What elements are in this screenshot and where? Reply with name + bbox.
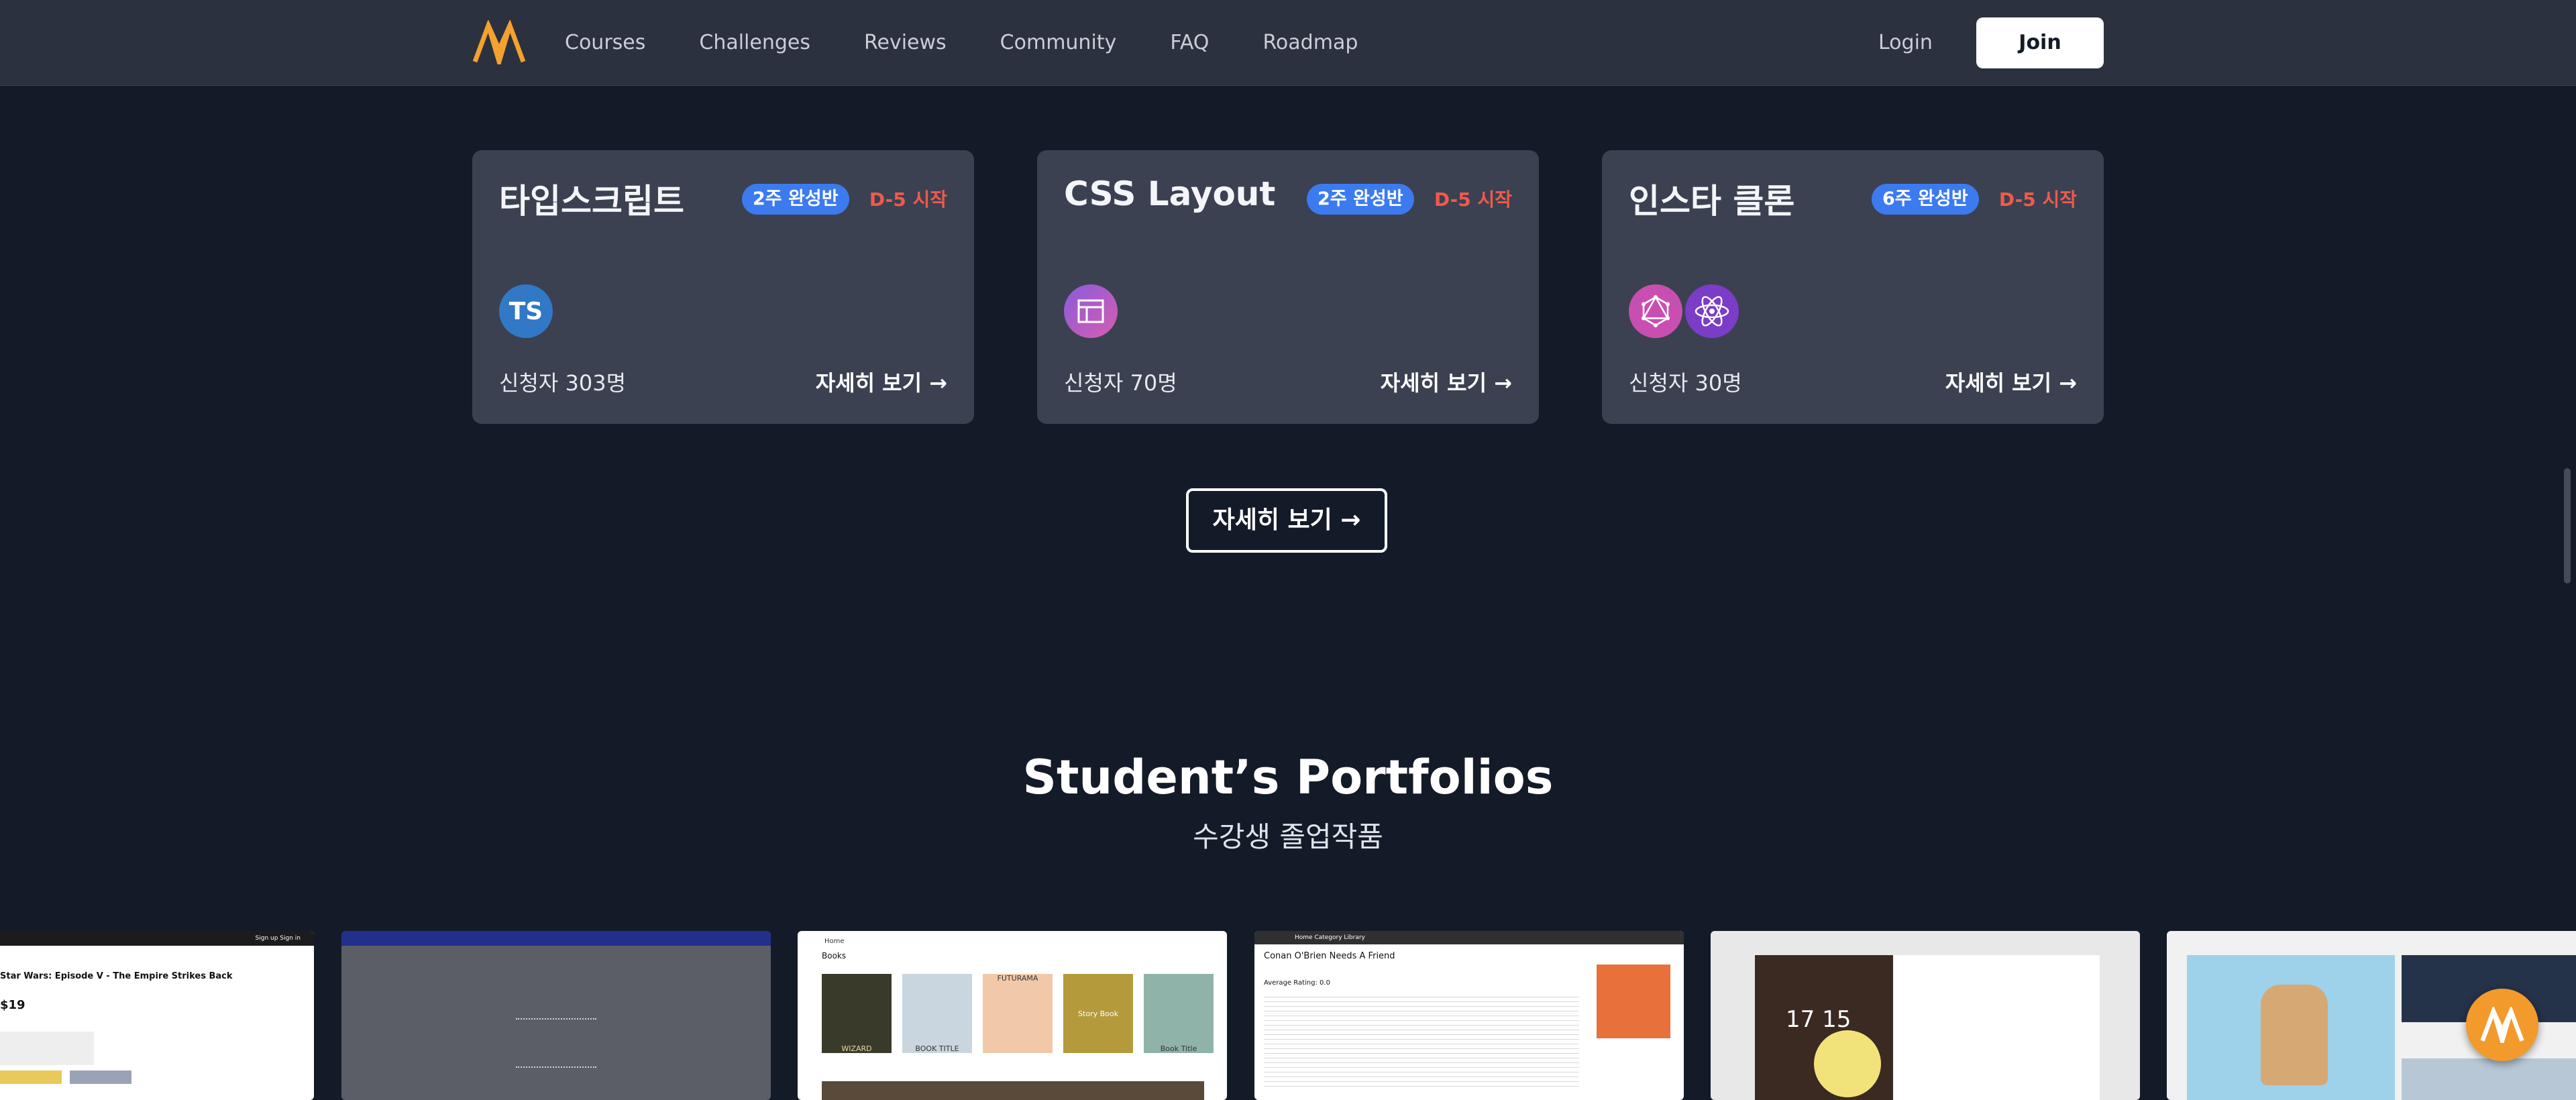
nav-roadmap[interactable]: Roadmap	[1263, 31, 1358, 54]
thumbnail-text-block	[516, 1018, 596, 1068]
portfolio-thumbnail[interactable]: Home Books WIZARD BOOK TITLE FUTURAMA St…	[798, 931, 1227, 1100]
course-card-typescript[interactable]: 타입스크립트 2주 완성반 D-5 시작 TS 신청자 303명 자세히 보기 …	[472, 150, 974, 424]
start-date-label: D-5 시작	[869, 188, 947, 211]
card-details-link[interactable]: 자세히 보기 →	[816, 366, 947, 397]
thumbnail-header	[341, 931, 771, 946]
nomad-logo-icon[interactable]	[472, 20, 526, 64]
thumbnail-header: Home	[824, 938, 845, 945]
react-icon	[1685, 284, 1739, 338]
tech-icons	[1064, 284, 1120, 338]
podcast-cover	[1597, 965, 1670, 1038]
top-navigation: Courses Challenges Reviews Community FAQ…	[0, 0, 2576, 86]
main-nav: Courses Challenges Reviews Community FAQ…	[565, 0, 1411, 85]
thumbnail-rating: Average Rating: 0.0	[1264, 979, 1330, 987]
nav-courses[interactable]: Courses	[565, 31, 645, 54]
book-covers: WIZARD BOOK TITLE FUTURAMA Story Book Bo…	[822, 974, 1214, 1053]
card-title: CSS Layout	[1064, 174, 1276, 213]
duration-badge: 2주 완성반	[742, 184, 849, 215]
card-title: 타입스크립트	[499, 182, 684, 221]
tech-icons	[1629, 284, 1741, 338]
nav-community[interactable]: Community	[1000, 31, 1117, 54]
login-link[interactable]: Login	[1878, 0, 1933, 85]
thumbnail-title: Conan O'Brien Needs A Friend	[1264, 951, 1395, 961]
view-more-button[interactable]: 자세히 보기 →	[1186, 488, 1387, 553]
coffee-drink	[2261, 985, 2328, 1085]
layout-icon	[1064, 284, 1118, 338]
nomad-logo-icon	[2480, 1007, 2524, 1043]
thumbnail-title: Star Wars: Episode V - The Empire Strike…	[0, 971, 233, 981]
portfolios-title: Student’s Portfolios	[1022, 750, 1554, 805]
portfolios-subtitle: 수강생 졸업작품	[1193, 820, 1383, 853]
typescript-icon: TS	[499, 284, 553, 338]
thumbnail-title: Books	[822, 951, 847, 960]
start-date-label: D-5 시작	[1998, 188, 2077, 211]
book-cover: FUTURAMA	[983, 974, 1053, 1053]
card-details-link[interactable]: 자세히 보기 →	[1381, 366, 1512, 397]
nav-faq[interactable]: FAQ	[1170, 31, 1209, 54]
book-cover: Story Book	[1063, 974, 1133, 1053]
clock-sun	[1814, 1030, 1881, 1097]
thumbnail-text-block	[1264, 993, 1579, 1087]
thumbnail-header: Sign up Sign in	[0, 931, 314, 946]
portfolio-thumbnail[interactable]: Home Category Library Conan O'Brien Need…	[1254, 931, 1684, 1100]
duration-badge: 6주 완성반	[1872, 184, 1979, 215]
course-card-css-layout[interactable]: CSS Layout 2주 완성반 D-5 시작 신청자 70명 자세히 보기 …	[1037, 150, 1539, 424]
nav-reviews[interactable]: Reviews	[864, 31, 947, 54]
tech-icons: TS	[499, 284, 555, 338]
thumbnail-header: Home Category Library	[1254, 931, 1684, 944]
portfolio-thumbnail[interactable]	[341, 931, 771, 1100]
book-cover: BOOK TITLE	[902, 974, 972, 1053]
duration-badge: 2주 완성반	[1307, 184, 1414, 215]
floating-logo-button[interactable]	[2466, 989, 2538, 1061]
nav-challenges[interactable]: Challenges	[699, 31, 810, 54]
join-button[interactable]: Join	[1976, 17, 2104, 68]
applicant-count: 신청자 30명	[1629, 370, 1742, 396]
book-cover: Book Title	[1144, 974, 1214, 1053]
book-cover: WIZARD	[822, 974, 892, 1053]
thumbnail-panel	[1893, 955, 2100, 1100]
thumbnail-price: $19	[0, 998, 25, 1012]
card-details-link[interactable]: 자세히 보기 →	[1945, 366, 2077, 397]
applicant-count: 신청자 70명	[1064, 370, 1177, 396]
clock-display: 17 15	[1786, 1006, 1851, 1033]
thumbnail-products	[2402, 1058, 2576, 1100]
graphql-icon	[1629, 284, 1682, 338]
card-title: 인스타 클론	[1629, 182, 1795, 221]
book-covers-row-2	[822, 1081, 1204, 1100]
start-date-label: D-5 시작	[1434, 188, 1512, 211]
portfolio-thumbnail[interactable]: Sign up Sign in Star Wars: Episode V - T…	[0, 931, 314, 1100]
thumbnail-button	[0, 1070, 62, 1084]
thumbnail-button	[70, 1070, 131, 1084]
page-scrollbar[interactable]	[2564, 468, 2571, 584]
applicant-count: 신청자 303명	[499, 370, 627, 396]
portfolio-thumbnail[interactable]: 17 15	[1711, 931, 2140, 1100]
course-card-insta-clone[interactable]: 인스타 클론 6주 완성반 D-5 시작 신청자 30명 자세히 보기 →	[1602, 150, 2104, 424]
thumbnail-info-box	[0, 1032, 94, 1065]
